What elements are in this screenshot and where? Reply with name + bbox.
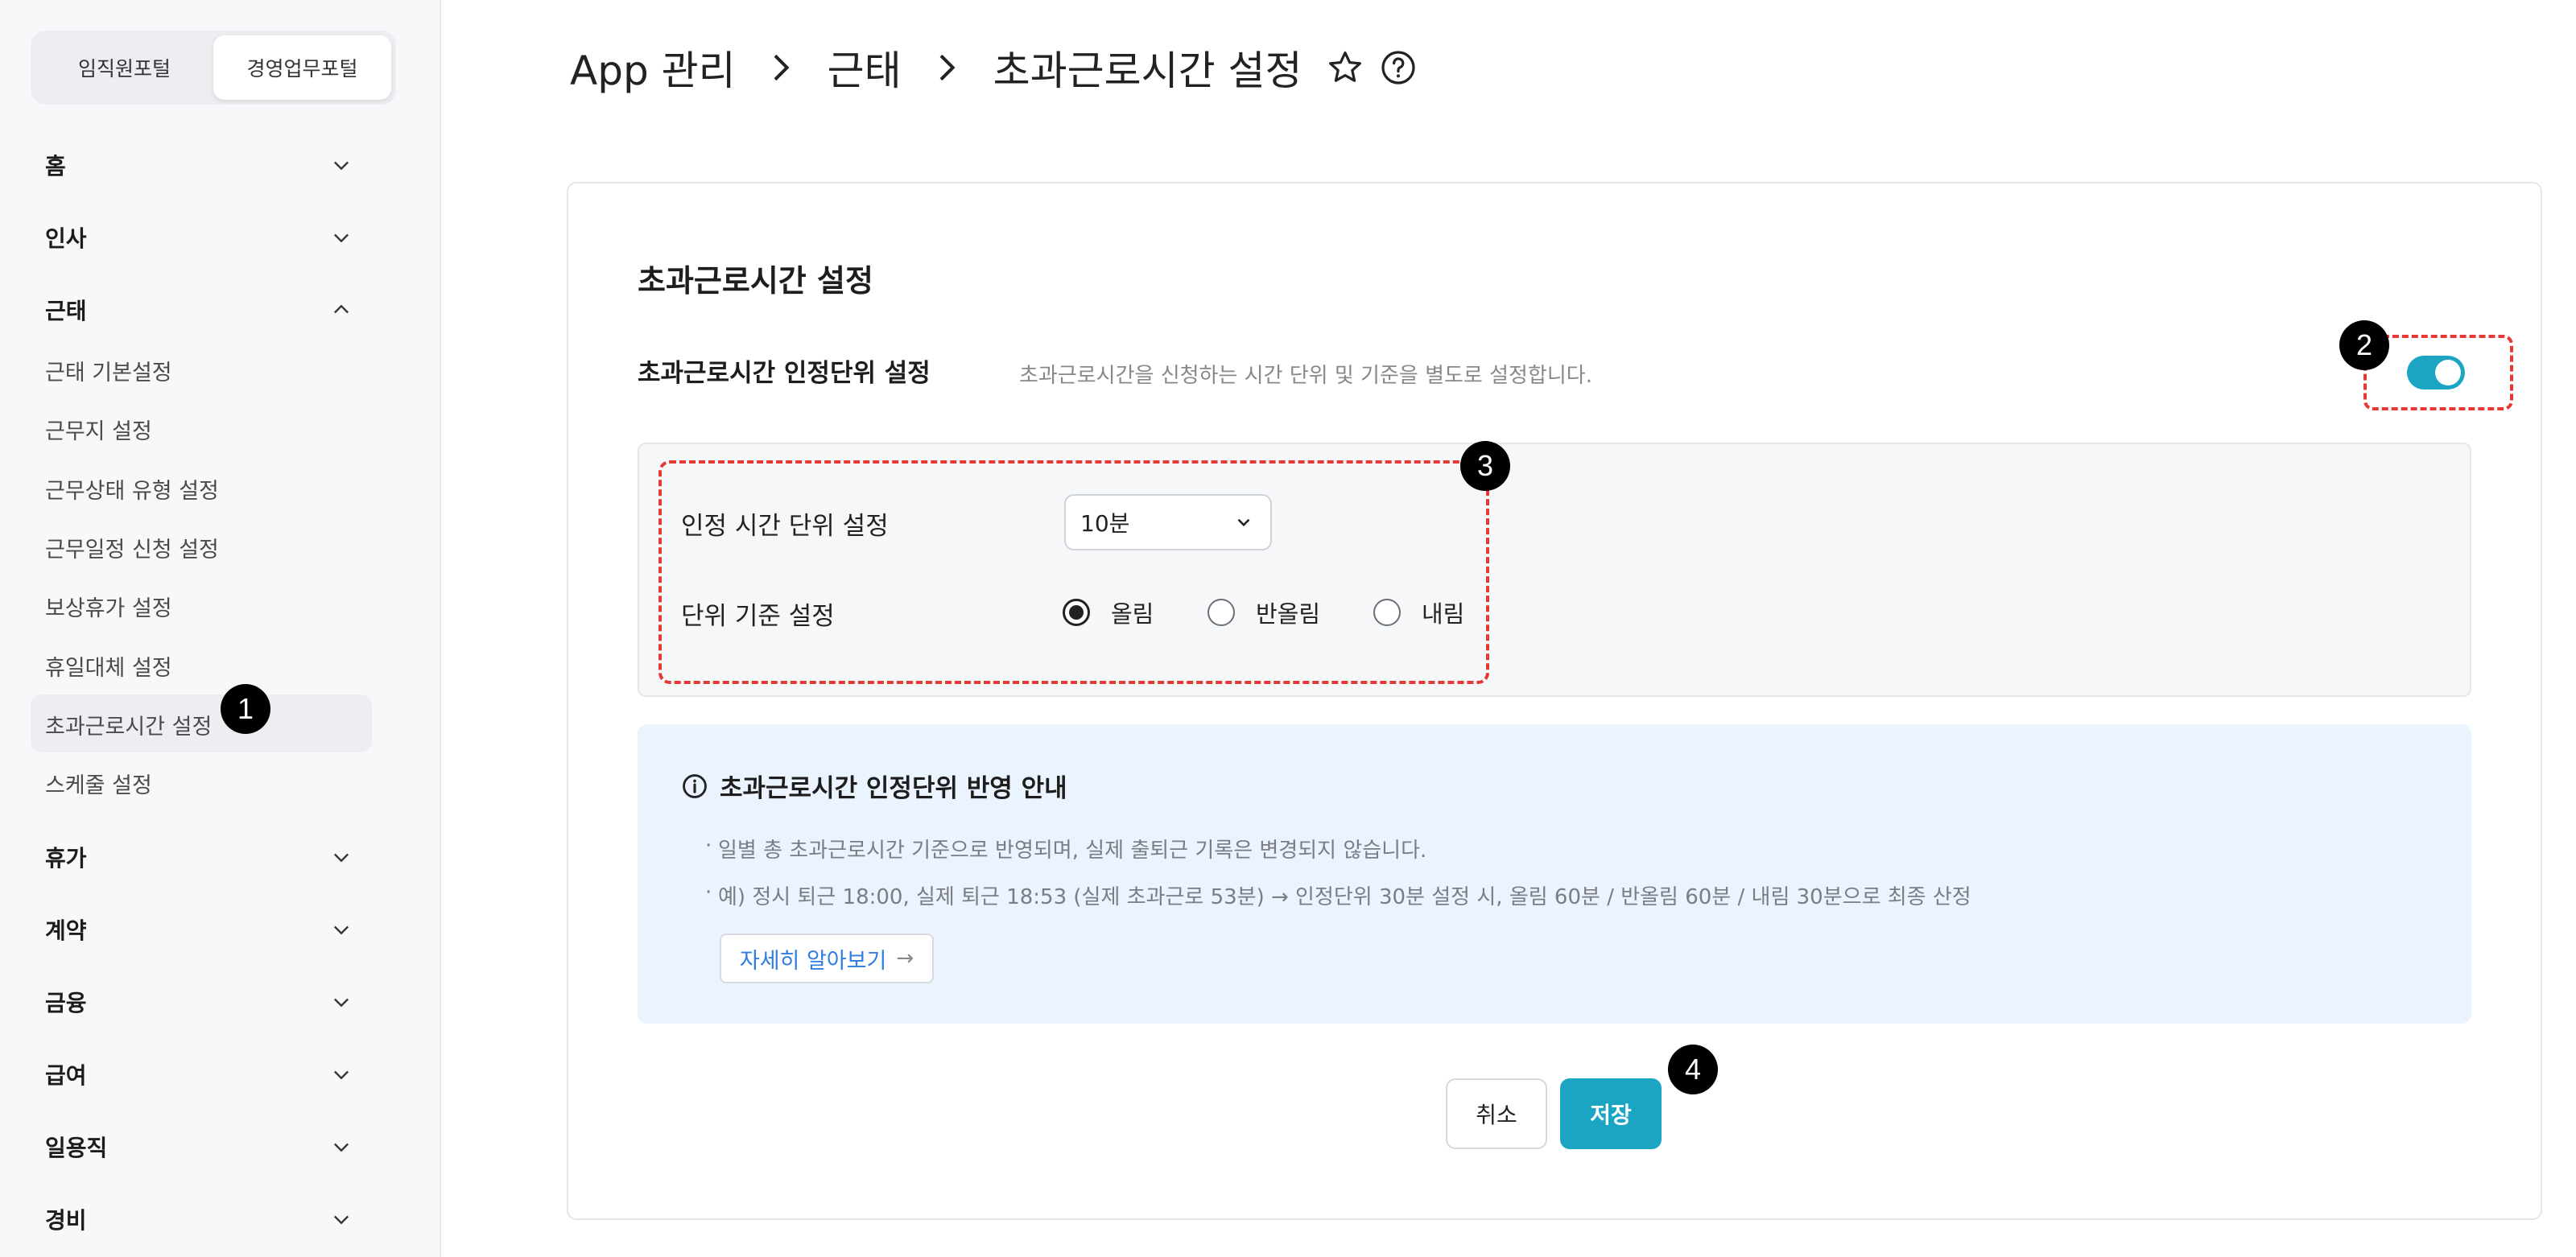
learn-more-label: 자세히 알아보기 <box>739 948 887 974</box>
overtime-unit-toggle[interactable] <box>2407 356 2465 389</box>
portal-switch: 임직원포털 경영업무포털 <box>31 31 396 105</box>
chevron-down-icon <box>328 152 354 178</box>
info-icon <box>683 773 707 798</box>
toggle-knob <box>2435 360 2461 385</box>
nav-group-label: 금융 <box>45 990 87 1016</box>
nav-group-label: 계약 <box>45 917 87 944</box>
radio-label: 올림 <box>1111 600 1154 628</box>
nav-group-label: 휴가 <box>45 845 87 872</box>
settings-card <box>567 182 2542 1220</box>
sidebar: 임직원포털 경영업무포털 홈 인사 근태 근태 기본설정 근무지 설정 근무상태… <box>0 0 441 1257</box>
nav-group-daily-worker[interactable]: 일용직 <box>45 1127 354 1167</box>
breadcrumb-item[interactable]: 근태 <box>828 39 902 97</box>
overtime-unit-description: 초과근로시간을 신청하는 시간 단위 및 기준을 별도로 설정합니다. <box>1019 364 1592 388</box>
nav-group-label: 홈 <box>45 153 66 179</box>
nav-group-finance[interactable]: 금융 <box>45 982 354 1022</box>
nav-group-label: 일용직 <box>45 1135 108 1161</box>
nav-group-label: 인사 <box>45 225 87 252</box>
chevron-down-icon <box>328 844 354 870</box>
annotation-badge-3: 3 <box>1460 441 1510 491</box>
nav-group-contract[interactable]: 계약 <box>45 909 354 950</box>
tab-employee-portal[interactable]: 임직원포털 <box>35 35 213 100</box>
chevron-down-icon <box>328 1206 354 1232</box>
learn-more-button[interactable]: 자세히 알아보기 → <box>720 933 934 983</box>
unit-time-value: 10분 <box>1080 510 1130 537</box>
sidebar-item-attendance-basic[interactable]: 근태 기본설정 <box>45 350 172 390</box>
radio-unchecked-icon <box>1208 599 1235 626</box>
annotation-badge-2: 2 <box>2339 320 2389 370</box>
unit-time-label: 인정 시간 단위 설정 <box>681 512 889 541</box>
radio-round[interactable]: 반올림 <box>1208 596 1320 629</box>
nav-group-label: 급여 <box>45 1062 87 1089</box>
info-line: 일별 총 초과근로시간 기준으로 반영되며, 실제 출퇴근 기록은 변경되지 않… <box>705 834 1426 863</box>
arrow-right-icon: → <box>896 946 914 971</box>
nav-group-hr[interactable]: 인사 <box>45 217 354 258</box>
cancel-button[interactable]: 취소 <box>1446 1078 1547 1149</box>
chevron-down-icon <box>328 989 354 1015</box>
chevron-right-icon <box>935 52 960 84</box>
page-title: 초과근로시간 설정 <box>993 47 1302 94</box>
tab-management-portal[interactable]: 경영업무포털 <box>213 35 391 100</box>
star-icon[interactable] <box>1326 48 1364 87</box>
radio-label: 반올림 <box>1256 600 1321 628</box>
annotation-badge-4: 4 <box>1668 1045 1718 1094</box>
radio-round-up[interactable]: 올림 <box>1063 596 1154 629</box>
chevron-down-icon <box>328 1061 354 1087</box>
radio-checked-icon <box>1063 599 1090 626</box>
annotation-badge-1: 1 <box>221 684 270 734</box>
chevron-up-icon <box>328 297 354 323</box>
nav-group-expense[interactable]: 경비 <box>45 1199 354 1239</box>
breadcrumb-item[interactable]: App 관리 <box>570 39 736 97</box>
nav-group-label: 근태 <box>45 298 87 324</box>
chevron-down-icon <box>328 917 354 942</box>
sidebar-item-comp-leave[interactable]: 보상휴가 설정 <box>45 586 172 626</box>
sidebar-item-work-status-type[interactable]: 근무상태 유형 설정 <box>45 468 219 509</box>
sidebar-item-holiday-substitute[interactable]: 휴일대체 설정 <box>45 645 172 686</box>
overtime-unit-label: 초과근로시간 인정단위 설정 <box>638 359 931 388</box>
chevron-right-icon <box>770 52 794 84</box>
unit-time-select[interactable]: 10분 <box>1064 494 1272 550</box>
unit-basis-label: 단위 기준 설정 <box>681 602 835 631</box>
help-icon[interactable] <box>1379 48 1418 87</box>
chevron-down-icon <box>328 225 354 250</box>
info-title-text: 초과근로시간 인정단위 반영 안내 <box>720 774 1067 803</box>
save-button[interactable]: 저장 <box>1560 1078 1662 1149</box>
nav-group-label: 경비 <box>45 1207 87 1234</box>
nav-group-attendance[interactable]: 근태 <box>45 290 354 330</box>
chevron-down-icon <box>1237 518 1250 527</box>
breadcrumb: App 관리 근태 초과근로시간 설정 <box>570 35 1418 100</box>
chevron-down-icon <box>328 1134 354 1160</box>
sidebar-item-workplace[interactable]: 근무지 설정 <box>45 409 152 449</box>
nav-group-leave[interactable]: 휴가 <box>45 837 354 877</box>
sidebar-item-schedule-request[interactable]: 근무일정 신청 설정 <box>45 527 219 567</box>
radio-label: 내림 <box>1422 600 1465 628</box>
radio-round-down[interactable]: 내림 <box>1373 596 1464 629</box>
info-notice-title: 초과근로시간 인정단위 반영 안내 <box>681 768 1067 804</box>
radio-unchecked-icon <box>1373 599 1401 626</box>
nav-group-payroll[interactable]: 급여 <box>45 1054 354 1094</box>
sidebar-item-overtime[interactable]: 초과근로시간 설정 <box>45 704 212 744</box>
card-title: 초과근로시간 설정 <box>638 263 873 299</box>
nav-group-home[interactable]: 홈 <box>45 145 354 185</box>
sidebar-item-schedule[interactable]: 스케줄 설정 <box>45 763 152 803</box>
info-line: 예) 정시 퇴근 18:00, 실제 퇴근 18:53 (실제 초과근로 53분… <box>705 880 1971 910</box>
